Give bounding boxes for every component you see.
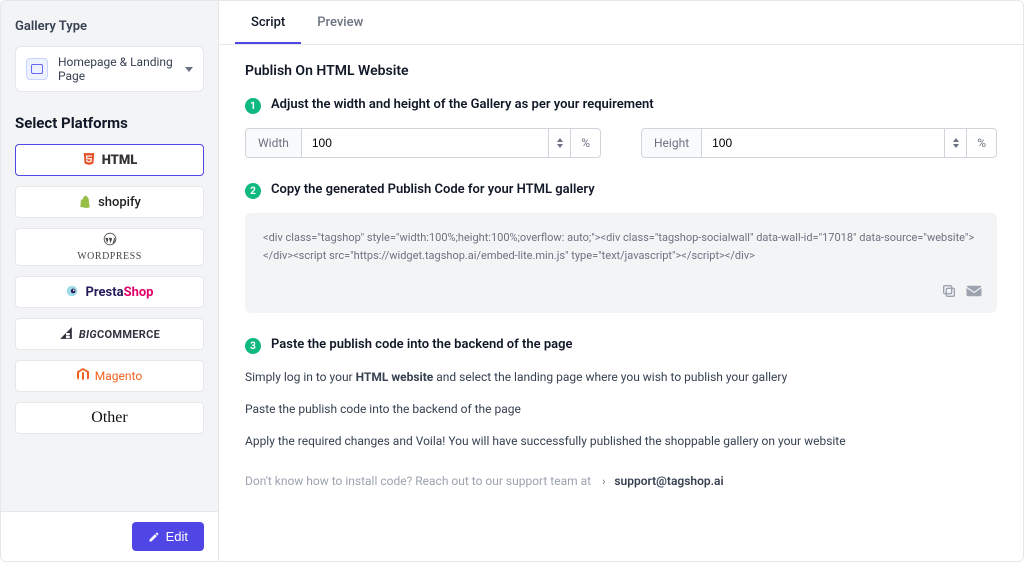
platform-prestashop-label: PrestaShop xyxy=(85,285,153,300)
instructions: Simply log in to your HTML website and s… xyxy=(245,368,997,450)
height-stepper[interactable] xyxy=(945,128,967,158)
platform-wordpress[interactable]: WORDPRESS xyxy=(15,228,204,266)
width-label: Width xyxy=(245,128,301,158)
gallery-type-label: Gallery Type xyxy=(15,19,204,34)
width-group: Width % xyxy=(245,128,601,158)
instruction-1: Simply log in to your HTML website and s… xyxy=(245,368,997,386)
gallery-type-value: Homepage & Landing Page xyxy=(58,55,185,83)
edit-bar: Edit xyxy=(1,511,218,561)
shopify-icon xyxy=(78,194,92,210)
dimensions-row: Width % Height % xyxy=(245,128,997,158)
step-3-badge: 3 xyxy=(245,338,261,354)
platform-other[interactable]: Other xyxy=(15,402,204,434)
step-3: 3 Paste the publish code into the backen… xyxy=(245,337,997,354)
sidebar: Gallery Type Homepage & Landing Page Sel… xyxy=(1,1,219,561)
height-unit[interactable]: % xyxy=(967,128,997,158)
platform-magento[interactable]: Magento xyxy=(15,360,204,392)
step-2-badge: 2 xyxy=(245,183,261,199)
platform-bigcommerce-label: BIGCOMMERCE xyxy=(79,328,160,341)
support-email-link[interactable]: support@tagshop.ai xyxy=(614,474,723,488)
sidebar-content: Gallery Type Homepage & Landing Page Sel… xyxy=(1,1,218,462)
html5-icon xyxy=(82,152,96,168)
tabs: Script Preview xyxy=(219,1,1023,45)
prestashop-icon xyxy=(65,284,79,300)
content-area: Publish On HTML Website 1 Adjust the wid… xyxy=(219,45,1023,561)
code-block: <div class="tagshop" style="width:100%;h… xyxy=(245,213,997,313)
platform-html-label: HTML xyxy=(102,153,138,168)
main-panel: Script Preview Publish On HTML Website 1… xyxy=(219,1,1023,561)
instruction-2: Paste the publish code into the backend … xyxy=(245,400,997,418)
tab-script[interactable]: Script xyxy=(235,1,301,44)
platform-other-label: Other xyxy=(91,409,127,427)
height-group: Height % xyxy=(641,128,997,158)
platform-bigcommerce[interactable]: BIGCOMMERCE xyxy=(15,318,204,350)
platform-html[interactable]: HTML xyxy=(15,144,204,176)
step-1-text: Adjust the width and height of the Galle… xyxy=(271,97,654,112)
email-icon[interactable] xyxy=(965,283,983,303)
gallery-type-dropdown[interactable]: Homepage & Landing Page xyxy=(15,46,204,92)
height-label: Height xyxy=(641,128,701,158)
height-input[interactable] xyxy=(701,128,945,158)
platform-prestashop[interactable]: PrestaShop xyxy=(15,276,204,308)
platform-magento-label: Magento xyxy=(95,369,142,383)
platform-shopify[interactable]: shopify xyxy=(15,186,204,218)
embed-code[interactable]: <div class="tagshop" style="width:100%;h… xyxy=(263,229,979,264)
layout-icon xyxy=(26,58,48,80)
step-3-text: Paste the publish code into the backend … xyxy=(271,337,573,352)
edit-button[interactable]: Edit xyxy=(132,522,204,551)
page-title: Publish On HTML Website xyxy=(245,63,997,79)
step-2: 2 Copy the generated Publish Code for yo… xyxy=(245,182,997,199)
step-1: 1 Adjust the width and height of the Gal… xyxy=(245,97,997,114)
wordpress-icon xyxy=(103,232,117,250)
code-actions xyxy=(941,283,983,303)
width-unit[interactable]: % xyxy=(571,128,601,158)
platform-wordpress-label: WORDPRESS xyxy=(77,251,142,262)
chevron-down-icon xyxy=(185,67,193,72)
width-input[interactable] xyxy=(301,128,549,158)
support-text: Don't know how to install code? Reach ou… xyxy=(245,474,591,488)
app-root: Gallery Type Homepage & Landing Page Sel… xyxy=(0,0,1024,562)
bigcommerce-icon xyxy=(59,326,73,342)
edit-button-label: Edit xyxy=(166,529,188,544)
select-platforms-label: Select Platforms xyxy=(15,114,204,132)
step-1-badge: 1 xyxy=(245,98,261,114)
tab-preview[interactable]: Preview xyxy=(301,1,379,44)
copy-icon[interactable] xyxy=(941,283,957,303)
instruction-3: Apply the required changes and Voila! Yo… xyxy=(245,432,997,450)
magento-icon xyxy=(77,368,89,384)
step-2-text: Copy the generated Publish Code for your… xyxy=(271,182,595,197)
chevron-right-icon: › xyxy=(602,475,605,488)
platform-shopify-label: shopify xyxy=(98,195,141,210)
pencil-icon xyxy=(148,531,160,543)
support-line: Don't know how to install code? Reach ou… xyxy=(245,474,997,488)
width-stepper[interactable] xyxy=(549,128,571,158)
